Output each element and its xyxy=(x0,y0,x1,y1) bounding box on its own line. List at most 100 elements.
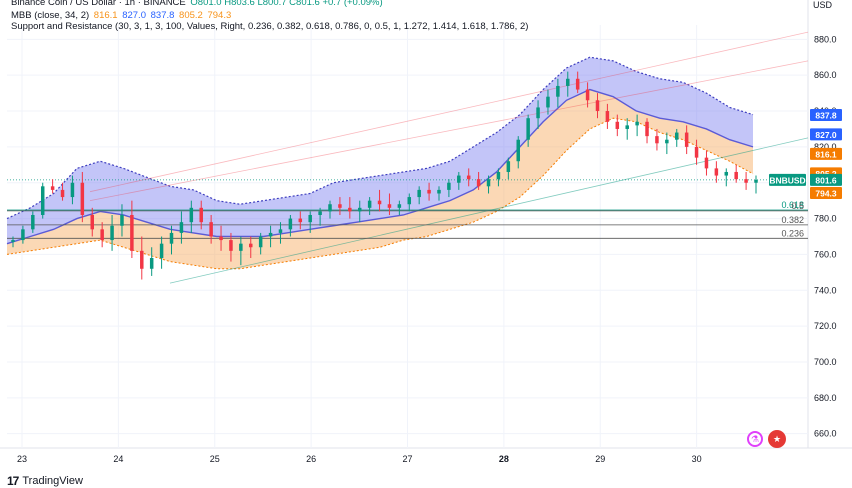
candle-body xyxy=(556,85,560,97)
x-tick-label: 23 xyxy=(17,454,27,464)
candle-body xyxy=(268,232,273,237)
candle-body xyxy=(625,125,629,129)
candle-body xyxy=(50,186,55,190)
flask-icon[interactable]: ⚗ xyxy=(747,431,763,447)
legend-sr-label: Support and Resistance (30, 3, 1, 3, 100… xyxy=(11,21,529,32)
y-tick-label: 860.0 xyxy=(814,70,837,80)
candle-body xyxy=(31,214,35,230)
candle-body xyxy=(278,229,283,233)
fib-level-label: 0.5 xyxy=(791,201,804,211)
candle-body xyxy=(219,236,223,241)
candle-body xyxy=(169,232,174,244)
candle-body xyxy=(486,179,491,187)
candle-body xyxy=(110,225,114,241)
x-tick-label: 27 xyxy=(402,454,412,464)
currency-label: USD xyxy=(812,0,832,10)
candle-body xyxy=(655,136,659,144)
candle-body xyxy=(149,258,154,269)
candle-body xyxy=(308,214,312,223)
candle-body xyxy=(427,189,431,194)
candle-body xyxy=(665,139,669,144)
candle-body xyxy=(357,207,362,212)
candle-body xyxy=(120,214,124,226)
candle-body xyxy=(199,207,203,223)
x-tick-label: 24 xyxy=(113,454,123,464)
legend-symbol-line: Binance Coin / US Dollar · 1h · BINANCE … xyxy=(11,0,383,8)
candle-body xyxy=(437,189,441,194)
candle-body xyxy=(11,240,15,242)
candle-body xyxy=(714,168,719,176)
candle-body xyxy=(457,175,461,183)
legend-mbb-value-5: 794.3 xyxy=(207,10,232,21)
tradingview-logo[interactable]: 17 TradingView xyxy=(7,474,83,488)
candle-body xyxy=(754,179,758,183)
legend-mbb-value-4: 805.2 xyxy=(179,10,203,21)
candle-body xyxy=(684,132,689,147)
legend-mbb-value-2: 827.0 xyxy=(122,10,146,21)
price-tag-label: 816.1 xyxy=(815,149,837,159)
price-chart[interactable]: 660.0680.0700.0720.0740.0760.0780.0800.0… xyxy=(0,0,852,485)
candle-body xyxy=(40,186,45,215)
x-tick-label: 28 xyxy=(499,454,509,464)
candle-body xyxy=(140,250,144,269)
candle-body xyxy=(516,139,520,162)
legend-mbb-value-3: 837.8 xyxy=(150,10,175,21)
price-tag-label: 801.6 xyxy=(815,175,837,185)
candle-body xyxy=(595,100,600,112)
candle-body xyxy=(506,161,511,172)
candle-body xyxy=(724,171,729,176)
legend-ohlc: O801.0 H803.6 L800.7 C801.6 +0.7 (+0.09%… xyxy=(190,0,383,8)
candle-body xyxy=(387,204,392,208)
candle-body xyxy=(615,121,620,129)
candle-body xyxy=(496,171,501,180)
candle-body xyxy=(209,222,213,237)
candle-body xyxy=(585,89,590,101)
price-tag-label: BNBUSD xyxy=(769,175,805,185)
legend-sr-line: Support and Resistance (30, 3, 1, 3, 100… xyxy=(11,21,528,32)
candle-body xyxy=(179,222,184,233)
candle-body xyxy=(635,121,639,126)
candle-body xyxy=(159,243,164,259)
price-tag-label: 794.3 xyxy=(815,188,837,198)
candle-body xyxy=(704,157,709,169)
price-tag-label: 837.8 xyxy=(815,110,837,120)
candle-body xyxy=(694,146,699,158)
legend-mbb-line: MBB (close, 34, 2) 816.1 827.0 837.8 805… xyxy=(11,10,231,21)
candle-body xyxy=(318,211,322,215)
candle-body xyxy=(367,200,372,208)
candle-body xyxy=(130,214,134,251)
candle-body xyxy=(258,236,263,248)
candle-body xyxy=(526,118,530,140)
candle-body xyxy=(189,207,194,223)
y-tick-label: 680.0 xyxy=(814,393,837,403)
candle-body xyxy=(447,182,451,190)
candle-body xyxy=(377,200,382,205)
us-flag-icon[interactable]: ★ xyxy=(768,430,786,448)
candle-body xyxy=(249,243,253,248)
legend-mbb-value-1: 816.1 xyxy=(93,10,118,21)
y-tick-label: 660.0 xyxy=(814,429,837,439)
x-tick-label: 30 xyxy=(692,454,702,464)
candle-body xyxy=(60,189,65,198)
fib-level-label: 0.236 xyxy=(781,228,804,238)
candle-body xyxy=(566,78,570,86)
candle-body xyxy=(417,189,421,198)
tradingview-text: TradingView xyxy=(22,475,83,487)
candle-body xyxy=(80,182,85,215)
candle-body xyxy=(645,121,649,137)
candle-body xyxy=(21,229,25,241)
candle-body xyxy=(605,111,610,122)
y-tick-label: 720.0 xyxy=(814,321,837,331)
candle-body xyxy=(288,218,293,230)
candle-body xyxy=(407,197,412,205)
x-tick-label: 25 xyxy=(210,454,220,464)
candle-body xyxy=(476,179,481,187)
candle-body xyxy=(466,175,471,180)
candle-body xyxy=(100,229,104,241)
candle-body xyxy=(70,182,75,198)
candle-body xyxy=(674,132,679,140)
candle-body xyxy=(546,96,550,108)
candle-body xyxy=(338,204,342,208)
candle-body xyxy=(298,218,303,223)
candle-body xyxy=(348,207,352,212)
